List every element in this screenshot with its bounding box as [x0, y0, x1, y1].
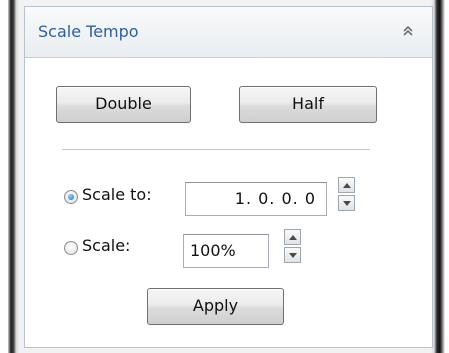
scale-to-label[interactable]: Scale to:	[82, 185, 152, 204]
half-button[interactable]: Half	[239, 86, 377, 123]
apply-button[interactable]: Apply	[147, 288, 284, 325]
scale-label[interactable]: Scale:	[82, 236, 130, 255]
window-frame: Scale Tempo Double Half Scale to: 1. 0. …	[0, 0, 449, 353]
scale-increment-button[interactable]	[284, 229, 301, 245]
arrow-down-icon	[289, 253, 297, 258]
scale-to-increment-button[interactable]	[338, 177, 355, 193]
panel-header[interactable]: Scale Tempo	[25, 7, 432, 58]
scale-spinner	[284, 229, 301, 263]
scale-percent-field[interactable]: 100%	[183, 234, 269, 268]
scale-decrement-button[interactable]	[284, 247, 301, 263]
scale-tempo-panel: Scale Tempo Double Half Scale to: 1. 0. …	[24, 6, 433, 348]
arrow-up-icon	[343, 183, 351, 188]
arrow-up-icon	[289, 235, 297, 240]
divider	[62, 149, 370, 150]
arrow-down-icon	[343, 201, 351, 206]
double-button[interactable]: Double	[56, 86, 191, 123]
scale-to-spinner	[338, 177, 355, 211]
right-border	[431, 0, 449, 353]
scale-to-radio[interactable]	[64, 190, 78, 204]
scale-to-decrement-button[interactable]	[338, 195, 355, 211]
left-border	[0, 0, 20, 353]
scale-to-field[interactable]: 1. 0. 0. 0	[185, 182, 327, 216]
scale-radio[interactable]	[64, 241, 78, 255]
double-chevron-up-icon[interactable]	[400, 23, 416, 39]
panel-title: Scale Tempo	[38, 22, 139, 41]
